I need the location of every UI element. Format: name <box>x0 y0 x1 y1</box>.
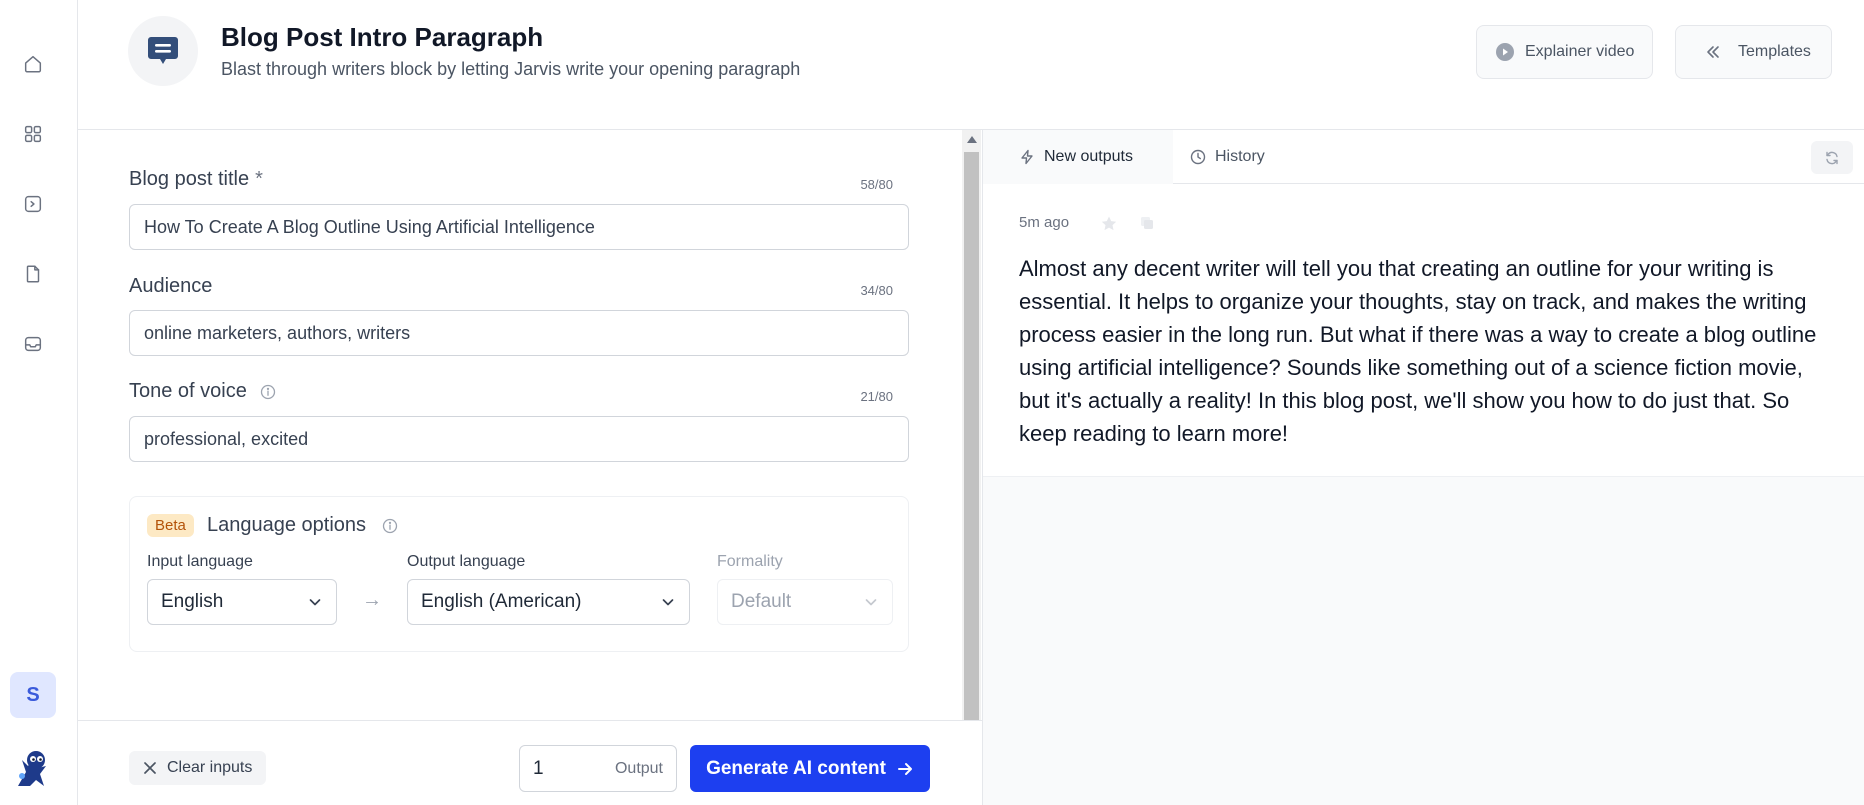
audience-label: Audience <box>129 275 213 297</box>
output-language-label: Output language <box>407 553 526 570</box>
required-mark: * <box>255 168 263 190</box>
tone-of-voice-label: Tone of voice <box>129 380 276 403</box>
beta-badge: Beta <box>147 514 194 537</box>
chevrons-left-icon <box>1707 46 1719 58</box>
output-panel: New outputs History 5m ago Almost any de… <box>982 130 1864 805</box>
language-options-panel: Beta Language options Input language Eng… <box>129 496 909 652</box>
input-form: Blog post title * 58/80 How To Create A B… <box>78 130 962 720</box>
close-icon <box>144 762 156 774</box>
grid-icon[interactable] <box>21 122 45 146</box>
generate-label: Generate AI content <box>706 757 886 779</box>
jarvis-mascot-logo[interactable] <box>12 746 54 788</box>
blog-title-input[interactable]: How To Create A Blog Outline Using Artif… <box>129 204 909 250</box>
output-language-value: English (American) <box>421 591 582 612</box>
scroll-up-arrow-icon[interactable] <box>967 136 977 143</box>
arrow-right-icon: → <box>362 589 382 611</box>
tab-new-outputs[interactable]: New outputs <box>983 130 1173 184</box>
sidebar: S <box>0 0 78 805</box>
user-avatar[interactable]: S <box>10 672 56 718</box>
templates-label: Templates <box>1738 43 1811 60</box>
output-tabs: New outputs History <box>983 130 1864 184</box>
output-card: 5m ago Almost any decent writer will tel… <box>983 184 1864 477</box>
tab-new-outputs-label: New outputs <box>1044 148 1133 165</box>
refresh-icon <box>1826 151 1838 164</box>
audience-input[interactable]: online marketers, authors, writers <box>129 310 909 356</box>
lightning-icon <box>1021 149 1033 165</box>
refresh-button[interactable] <box>1811 141 1853 174</box>
chat-bubble-icon <box>128 16 198 86</box>
tone-of-voice-input[interactable]: professional, excited <box>129 416 909 462</box>
play-icon <box>1496 43 1514 61</box>
terminal-icon[interactable] <box>21 192 45 216</box>
form-scrollbar[interactable] <box>962 130 981 720</box>
output-language-select[interactable]: English (American) <box>407 579 690 625</box>
star-icon[interactable] <box>1100 215 1118 233</box>
blog-title-label: Blog post title * <box>129 168 263 190</box>
formality-label: Formality <box>717 553 783 570</box>
chevron-down-icon <box>309 599 321 606</box>
formality-value: Default <box>731 591 792 612</box>
generate-ai-content-button[interactable]: Generate AI content <box>690 745 930 792</box>
title-char-counter: 58/80 <box>860 177 893 192</box>
explainer-video-label: Explainer video <box>1525 43 1635 60</box>
arrow-right-icon <box>897 762 912 775</box>
page-title: Blog Post Intro Paragraph <box>221 22 544 52</box>
document-icon[interactable] <box>21 262 45 286</box>
input-language-value: English <box>161 591 224 612</box>
template-header: Blog Post Intro Paragraph Blast through … <box>78 0 1864 130</box>
output-count-label: Output <box>614 759 663 777</box>
form-footer: Clear inputs 1 Output Generate AI conten… <box>78 720 982 805</box>
page-subtitle: Blast through writers block by letting J… <box>221 59 801 79</box>
info-icon[interactable] <box>382 518 398 534</box>
output-timestamp: 5m ago <box>1019 214 1070 231</box>
output-count-value: 1 <box>533 757 544 779</box>
clear-inputs-label: Clear inputs <box>167 759 253 776</box>
formality-select[interactable]: Default <box>717 579 893 625</box>
tab-history-label: History <box>1215 148 1265 165</box>
explainer-video-button[interactable]: Explainer video <box>1476 25 1654 79</box>
input-language-select[interactable]: English <box>147 579 337 625</box>
info-icon[interactable] <box>260 384 276 400</box>
clear-inputs-button[interactable]: Clear inputs <box>129 751 267 785</box>
chevron-down-icon <box>662 599 674 606</box>
inbox-icon[interactable] <box>21 332 45 356</box>
scrollbar-thumb[interactable] <box>964 152 979 720</box>
audience-char-counter: 34/80 <box>860 283 893 298</box>
input-language-label: Input language <box>147 553 253 570</box>
tab-history[interactable]: History <box>1190 130 1265 184</box>
chevron-down-icon <box>865 599 877 606</box>
templates-button[interactable]: Templates <box>1675 25 1832 79</box>
output-text[interactable]: Almost any decent writer will tell you t… <box>1019 252 1839 450</box>
output-count-input[interactable]: 1 Output <box>519 745 677 792</box>
tone-char-counter: 21/80 <box>860 389 893 404</box>
clock-icon <box>1190 149 1206 165</box>
home-icon[interactable] <box>21 52 45 76</box>
copy-icon[interactable] <box>1139 215 1155 231</box>
language-options-title: Language options <box>207 514 398 537</box>
